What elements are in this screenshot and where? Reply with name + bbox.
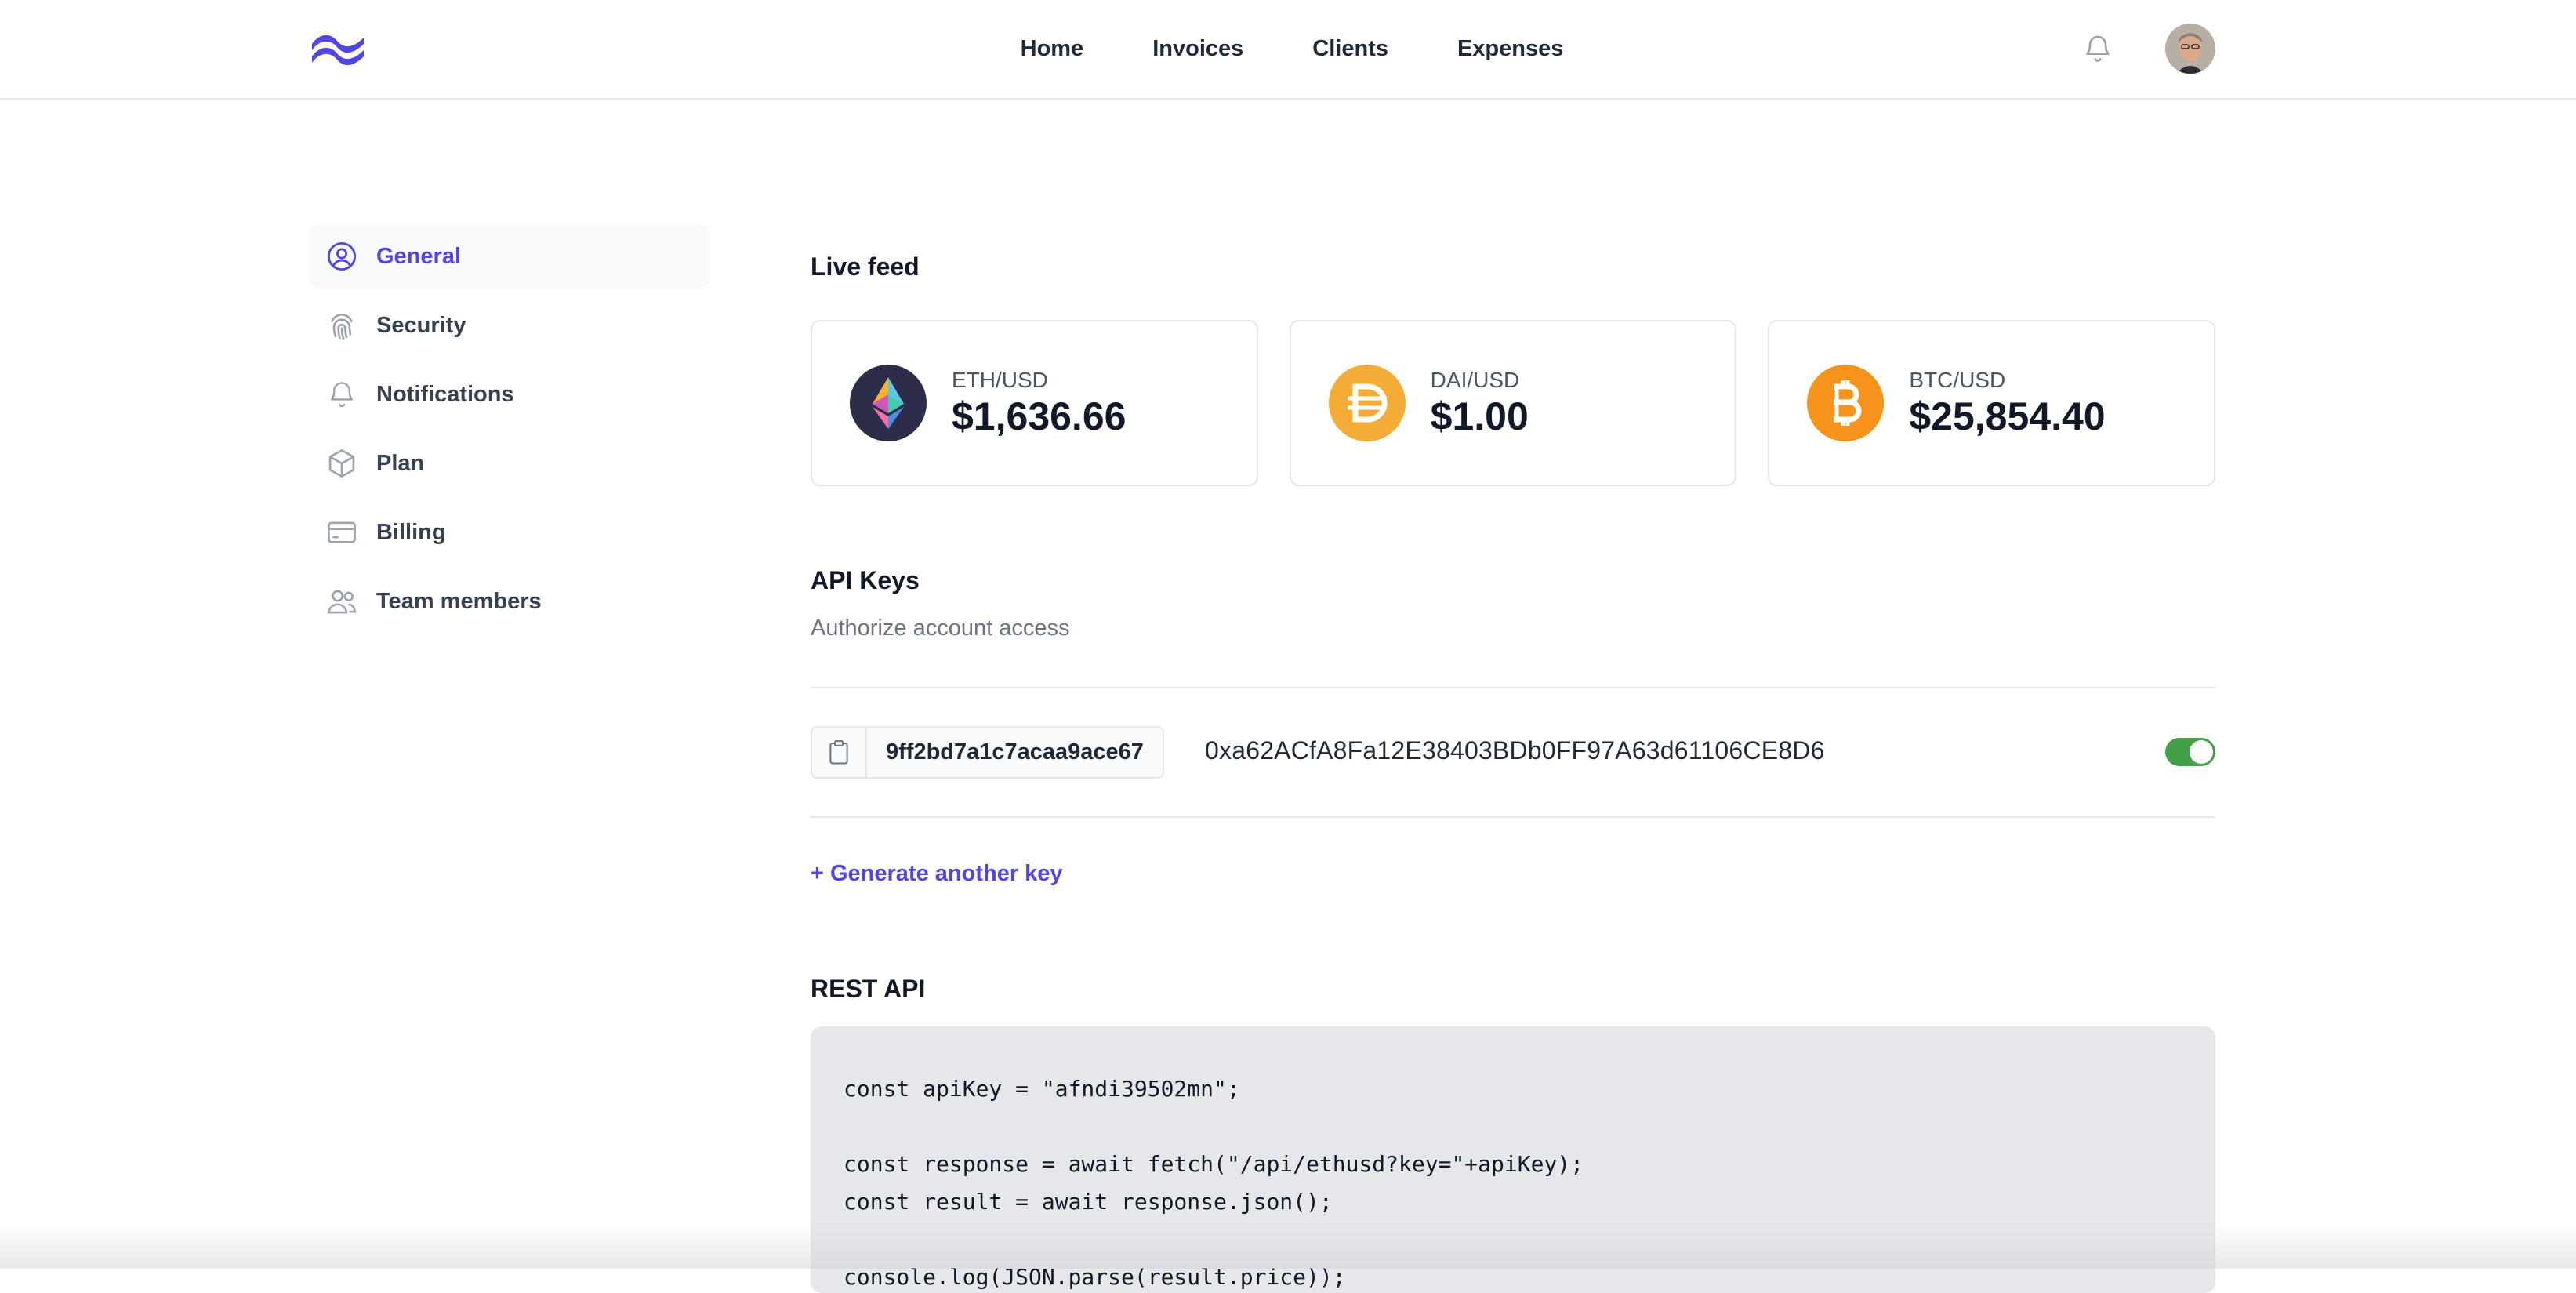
price-value: $25,854.40: [1909, 394, 2106, 438]
ethereum-icon: [850, 365, 927, 441]
generate-key-button[interactable]: + Generate another key: [811, 861, 1063, 887]
bitcoin-icon: [1807, 365, 1885, 441]
api-key-value[interactable]: 9ff2bd7a1c7acaa9ace67: [867, 728, 1163, 777]
price-card-btc: BTC/USD $25,854.40: [1768, 320, 2216, 486]
cube-icon: [323, 445, 361, 482]
wallet-address: 0xa62ACfA8Fa12E38403BDb0FF97A63d61106CE8…: [1205, 736, 1825, 765]
price-pair: BTC/USD: [1909, 368, 2006, 392]
top-navigation: Home Invoices Clients Expenses: [0, 0, 2576, 100]
nav-link-expenses[interactable]: Expenses: [1457, 36, 1563, 62]
sidebar-item-plan[interactable]: Plan: [309, 432, 710, 495]
clipboard-icon: [829, 739, 848, 764]
sidebar-item-security[interactable]: Security: [309, 294, 710, 357]
price-pair: DAI/USD: [1430, 368, 1520, 392]
sidebar-item-general[interactable]: General: [309, 225, 710, 288]
toggle-knob: [2190, 740, 2213, 764]
bell-icon: [323, 376, 361, 413]
avatar[interactable]: [2165, 24, 2215, 74]
rest-api-title: REST API: [811, 975, 926, 1003]
code-line: console.log(JSON.parse(result.price));: [844, 1264, 1346, 1290]
sidebar-item-billing[interactable]: Billing: [309, 501, 710, 564]
price-value: $1,636.66: [952, 394, 1127, 438]
sidebar-item-label: Billing: [376, 519, 446, 545]
credit-card-icon: [323, 514, 361, 551]
nav-link-clients[interactable]: Clients: [1312, 36, 1388, 62]
divider: [811, 816, 2215, 818]
sidebar-item-label: Notifications: [376, 381, 514, 407]
price-pair: ETH/USD: [952, 368, 1048, 392]
sidebar-item-label: Security: [376, 312, 466, 338]
sidebar-item-notifications[interactable]: Notifications: [309, 363, 710, 426]
price-card-dai: DAI/USD $1.00: [1289, 320, 1737, 486]
sidebar-item-label: Plan: [376, 450, 425, 476]
code-line: const apiKey = "afndi39502mn";: [844, 1076, 1240, 1102]
settings-sidebar: General Security Notifications Plan Bill…: [309, 225, 710, 639]
fingerprint-icon: [323, 307, 361, 344]
code-line: const result = await response.json();: [844, 1189, 1333, 1215]
notifications-button[interactable]: [2079, 27, 2117, 71]
live-feed-cards: ETH/USD $1,636.66 DAI/USD $1.00 BTC/USD …: [811, 320, 2216, 486]
sidebar-item-label: Team members: [376, 588, 542, 614]
users-icon: [323, 583, 361, 620]
code-snippet[interactable]: const apiKey = "afndi39502mn"; ​ const res…: [811, 1026, 2215, 1293]
nav-link-home[interactable]: Home: [1021, 36, 1084, 62]
code-line: ​: [844, 1221, 2182, 1258]
divider: [811, 687, 2215, 688]
sidebar-item-team-members[interactable]: Team members: [309, 570, 710, 633]
price-card-eth: ETH/USD $1,636.66: [811, 320, 1258, 486]
api-keys-title: API Keys: [811, 566, 920, 594]
api-keys-subtitle: Authorize account access: [811, 616, 1070, 641]
live-feed-title: Live feed: [811, 252, 920, 281]
user-circle-icon: [323, 238, 361, 275]
api-key-box: 9ff2bd7a1c7acaa9ace67: [811, 726, 1164, 779]
sidebar-item-label: General: [376, 243, 461, 269]
code-line: ​: [844, 1108, 2182, 1146]
price-value: $1.00: [1430, 394, 1529, 438]
dai-icon: [1328, 365, 1406, 441]
nav-link-invoices[interactable]: Invoices: [1152, 36, 1243, 62]
api-key-toggle[interactable]: [2165, 738, 2215, 766]
bell-icon: [2086, 35, 2110, 62]
copy-key-button[interactable]: [812, 728, 867, 777]
code-line: const response = await fetch("/api/ethus…: [844, 1151, 1584, 1177]
